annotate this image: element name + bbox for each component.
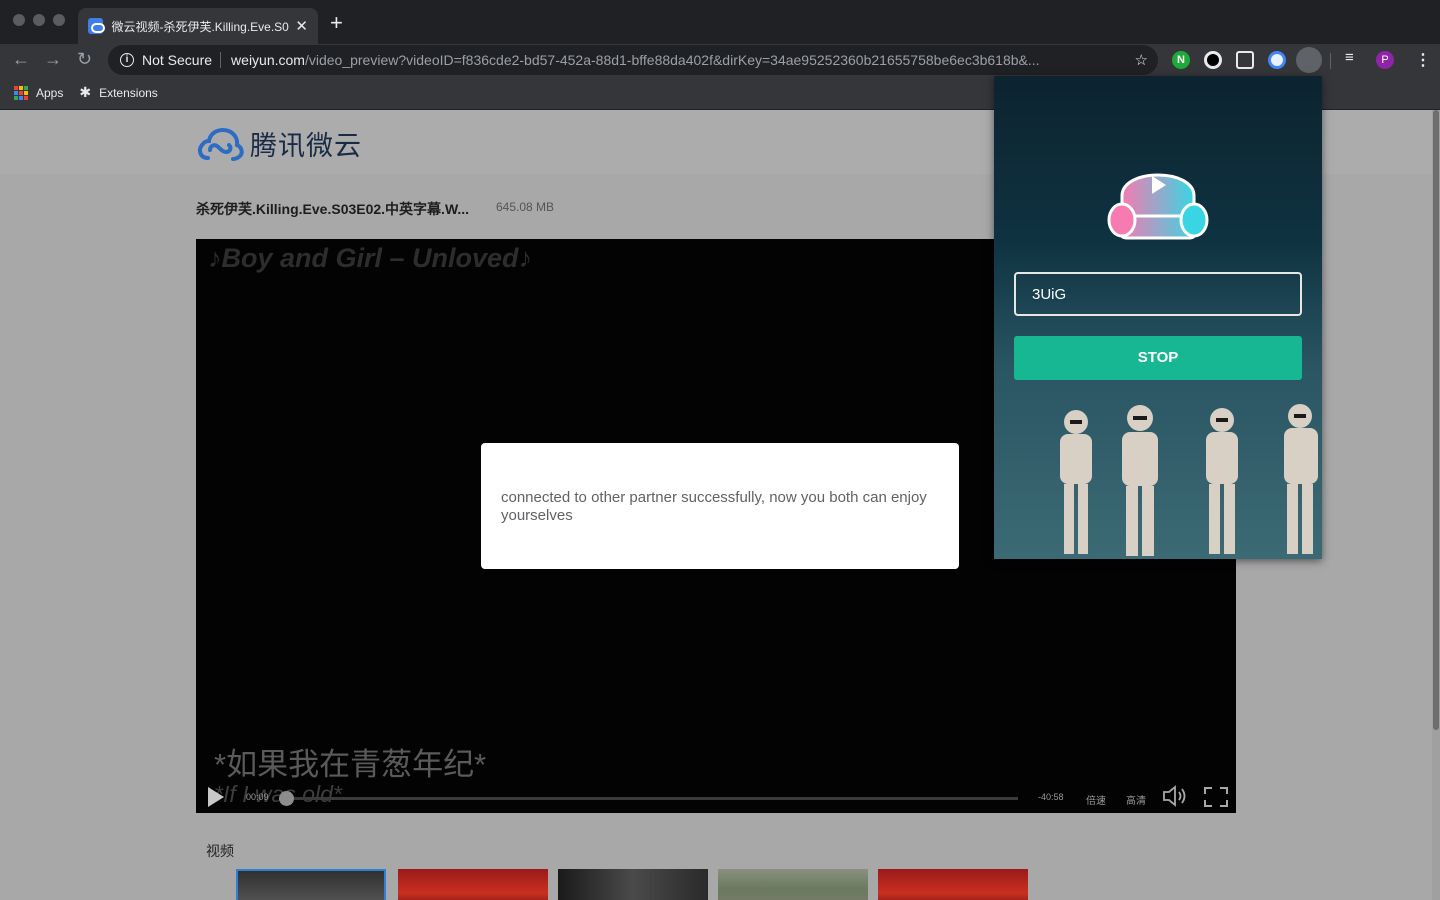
bookmark-extensions[interactable]: ✱ Extensions bbox=[79, 84, 157, 101]
video-thumbnail[interactable] bbox=[398, 869, 548, 900]
address-bar[interactable]: i Not Secure weiyun.com /video_preview?v… bbox=[108, 45, 1158, 75]
notification-message: connected to other partner successfully,… bbox=[501, 489, 927, 524]
room-code-input[interactable] bbox=[1014, 272, 1302, 316]
stormtroopers-image bbox=[1060, 404, 1318, 556]
speed-button[interactable]: 倍速 bbox=[1086, 792, 1106, 807]
puzzle-icon: ✱ bbox=[79, 84, 92, 100]
minimize-window-button[interactable] bbox=[33, 14, 45, 26]
forward-arrow-icon[interactable]: → bbox=[44, 49, 62, 70]
page-scrollbar[interactable] bbox=[1432, 110, 1440, 900]
circle-extension-icon[interactable] bbox=[1204, 51, 1222, 69]
logo-text: 腾讯微云 bbox=[250, 131, 362, 161]
file-size: 645.08 MB bbox=[496, 200, 555, 214]
video-thumbnail[interactable] bbox=[236, 869, 386, 900]
menu-kebab-icon[interactable]: ⋮ bbox=[1415, 50, 1431, 70]
cloud-logo-icon bbox=[198, 127, 244, 161]
progress-knob[interactable] bbox=[279, 791, 295, 806]
fullscreen-icon[interactable] bbox=[1204, 787, 1228, 807]
video-thumbnail[interactable] bbox=[558, 869, 708, 900]
reading-list-icon[interactable]: ≡ bbox=[1345, 49, 1354, 66]
tab-strip: 微云视频-杀死伊芙.Killing.Eve.S03E02.中英字幕.WEB.72… bbox=[0, 0, 1440, 44]
sofa-extension-icon[interactable] bbox=[1296, 47, 1322, 73]
quality-button[interactable]: 高清 bbox=[1126, 792, 1146, 807]
video-thumbnail[interactable] bbox=[718, 869, 868, 900]
bookmark-star-icon[interactable]: ☆ bbox=[1135, 51, 1148, 69]
tab-title: 微云视频-杀死伊芙.Killing.Eve.S03E02.中英字幕.WEB.72… bbox=[111, 19, 290, 34]
back-arrow-icon[interactable]: ← bbox=[12, 49, 30, 70]
weiyun-logo[interactable]: 腾讯微云 bbox=[196, 124, 362, 163]
security-label[interactable]: Not Secure bbox=[142, 52, 212, 68]
current-time: 00:09 bbox=[246, 792, 269, 802]
bookmark-apps[interactable]: Apps bbox=[14, 85, 64, 100]
active-tab[interactable]: 微云视频-杀死伊芙.Killing.Eve.S03E02.中英字幕.WEB.72… bbox=[78, 8, 318, 44]
lyric-overlay: ♪Boy and Girl – Unloved♪ bbox=[208, 243, 533, 273]
browser-toolbar: ← → ↻ i Not Secure weiyun.com /video_pre… bbox=[0, 44, 1440, 117]
scrollbar-thumb[interactable] bbox=[1433, 110, 1439, 730]
stop-button[interactable]: STOP bbox=[1014, 336, 1302, 380]
player-controls: 00:09 -40:58 倍速 高清 bbox=[196, 775, 1236, 813]
weiyun-favicon-icon bbox=[88, 18, 106, 34]
tab-close-icon[interactable]: ✕ bbox=[295, 17, 308, 35]
url-path[interactable]: /video_preview?videoID=f836cde2-bd57-452… bbox=[305, 52, 1105, 68]
profile-avatar[interactable]: P bbox=[1376, 51, 1394, 69]
omnibox-divider bbox=[220, 52, 222, 68]
bookmark-label-apps: Apps bbox=[36, 85, 64, 100]
new-tab-button[interactable]: + bbox=[330, 12, 343, 34]
file-title: 杀死伊芙.Killing.Eve.S03E02.中英字幕.W... bbox=[196, 201, 470, 217]
videos-section-label: 视频 bbox=[206, 843, 234, 859]
check-extension-icon[interactable] bbox=[1268, 51, 1286, 69]
sofa-logo-icon bbox=[1107, 173, 1209, 240]
reload-icon[interactable]: ↻ bbox=[77, 49, 92, 70]
notification-dialog: connected to other partner successfully,… bbox=[481, 443, 959, 569]
extension-popup: STOP bbox=[994, 76, 1322, 559]
bookmark-label-extensions: Extensions bbox=[99, 85, 158, 100]
toolbar-divider bbox=[1330, 53, 1331, 69]
info-icon[interactable]: i bbox=[120, 53, 134, 67]
video-thumbnail[interactable] bbox=[878, 869, 1028, 900]
progress-bar[interactable] bbox=[279, 791, 1018, 806]
volume-icon[interactable] bbox=[1162, 785, 1188, 807]
url-host[interactable]: weiyun.com bbox=[231, 52, 305, 68]
glasses-extension-icon[interactable] bbox=[1236, 51, 1254, 69]
n-extension-icon[interactable]: N bbox=[1172, 51, 1190, 69]
zoom-window-button[interactable] bbox=[53, 14, 65, 26]
remaining-time: -40:58 bbox=[1038, 792, 1064, 802]
apps-grid-icon bbox=[14, 85, 28, 100]
play-icon[interactable] bbox=[208, 787, 224, 807]
close-window-button[interactable] bbox=[13, 14, 25, 26]
